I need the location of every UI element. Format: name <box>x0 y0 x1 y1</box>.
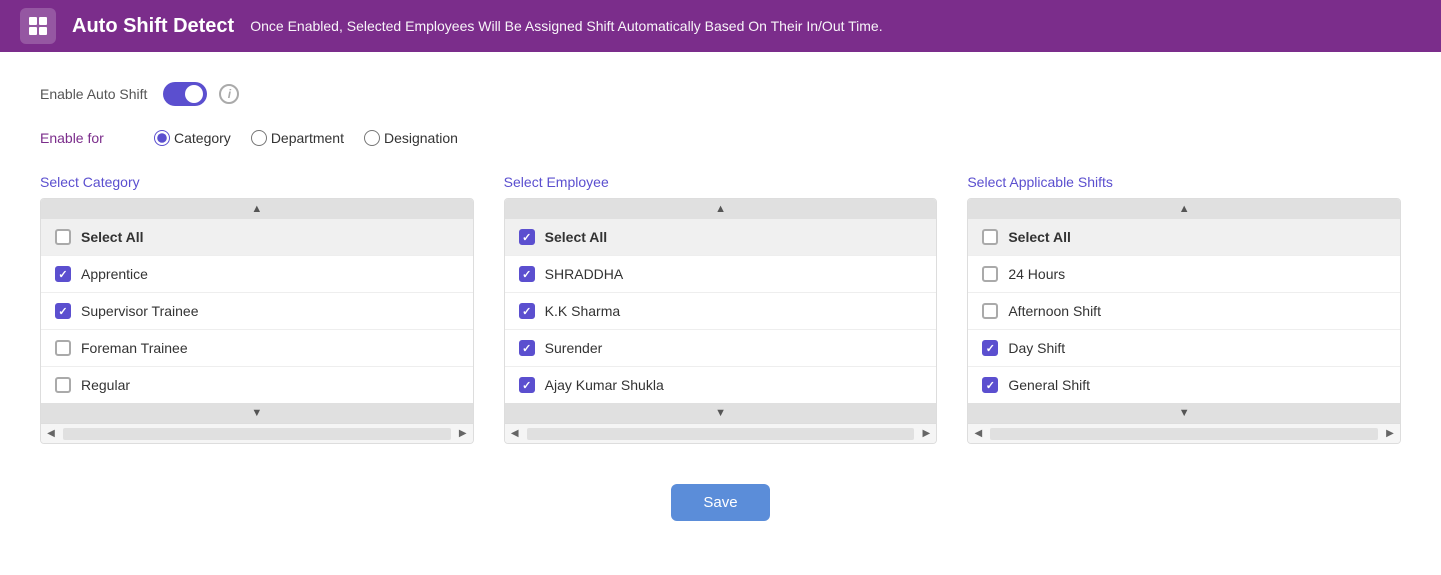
shifts-item-24hours[interactable]: 24 Hours <box>968 256 1400 293</box>
employee-select-all[interactable]: Select All <box>505 219 937 256</box>
shifts-scroll-down[interactable]: ▼ <box>968 403 1400 423</box>
shifts-item-general-checkbox[interactable] <box>982 377 998 393</box>
employee-hscroll: ◀ ▶ <box>505 423 937 443</box>
shifts-list-inner: Select All 24 Hours Afternoon Shift Day … <box>968 219 1400 403</box>
employee-scroll-up[interactable]: ▲ <box>505 199 937 219</box>
category-select-all-checkbox[interactable] <box>55 229 71 245</box>
shifts-item-day-checkbox[interactable] <box>982 340 998 356</box>
employee-scroll-left[interactable]: ◀ <box>505 424 525 444</box>
category-item-supervisor-trainee[interactable]: Supervisor Trainee <box>41 293 473 330</box>
employee-item-shraddha[interactable]: SHRADDHA <box>505 256 937 293</box>
save-button[interactable]: Save <box>671 484 769 521</box>
lists-container: Select Category ▲ Select All Apprentice <box>40 174 1401 444</box>
category-scroll-up[interactable]: ▲ <box>41 199 473 219</box>
category-select-all[interactable]: Select All <box>41 219 473 256</box>
category-hscroll: ◀ ▶ <box>41 423 473 443</box>
shifts-select-all-checkbox[interactable] <box>982 229 998 245</box>
employee-scroll-down[interactable]: ▼ <box>505 403 937 423</box>
employee-select-all-checkbox[interactable] <box>519 229 535 245</box>
category-hscroll-track <box>63 428 451 440</box>
enable-for-radio-group: Category Department Designation <box>154 130 458 146</box>
shifts-scroll-right[interactable]: ▶ <box>1380 424 1400 444</box>
category-scroll-left[interactable]: ◀ <box>41 424 61 444</box>
shifts-item-day[interactable]: Day Shift <box>968 330 1400 367</box>
shifts-list-wrapper: ▲ Select All 24 Hours Afternoon Shift <box>967 198 1401 444</box>
shifts-item-afternoon-checkbox[interactable] <box>982 303 998 319</box>
category-item-regular[interactable]: Regular <box>41 367 473 403</box>
main-content: Enable Auto Shift i Enable for Category … <box>0 52 1441 575</box>
header-description: Once Enabled, Selected Employees Will Be… <box>250 18 882 34</box>
employee-list-wrapper: ▲ Select All SHRADDHA K.K Sharma <box>504 198 938 444</box>
category-item-supervisor-trainee-checkbox[interactable] <box>55 303 71 319</box>
employee-item-surender[interactable]: Surender <box>505 330 937 367</box>
shifts-hscroll-track <box>990 428 1378 440</box>
category-list-title: Select Category <box>40 174 474 190</box>
employee-list-section: Select Employee ▲ Select All SHRADDHA <box>504 174 938 444</box>
employee-item-surender-checkbox[interactable] <box>519 340 535 356</box>
employee-item-ajay-checkbox[interactable] <box>519 377 535 393</box>
category-list-wrapper: ▲ Select All Apprentice Supervisor Trai <box>40 198 474 444</box>
radio-department[interactable]: Department <box>251 130 344 146</box>
employee-list-inner: Select All SHRADDHA K.K Sharma Surender <box>505 219 937 403</box>
shifts-list-title: Select Applicable Shifts <box>967 174 1401 190</box>
app-icon <box>20 8 56 44</box>
shifts-scroll-left[interactable]: ◀ <box>968 424 988 444</box>
employee-hscroll-track <box>527 428 915 440</box>
info-icon[interactable]: i <box>219 84 239 104</box>
shifts-select-all[interactable]: Select All <box>968 219 1400 256</box>
enable-for-label: Enable for <box>40 130 130 146</box>
auto-shift-toggle[interactable] <box>163 82 207 106</box>
category-item-foreman-trainee-checkbox[interactable] <box>55 340 71 356</box>
employee-item-kk-sharma-checkbox[interactable] <box>519 303 535 319</box>
category-item-foreman-trainee[interactable]: Foreman Trainee <box>41 330 473 367</box>
radio-category[interactable]: Category <box>154 130 231 146</box>
category-scroll-right[interactable]: ▶ <box>453 424 473 444</box>
shifts-list-section: Select Applicable Shifts ▲ Select All 24… <box>967 174 1401 444</box>
employee-item-ajay[interactable]: Ajay Kumar Shukla <box>505 367 937 403</box>
shifts-hscroll: ◀ ▶ <box>968 423 1400 443</box>
category-item-apprentice-checkbox[interactable] <box>55 266 71 282</box>
enable-auto-shift-row: Enable Auto Shift i <box>40 82 1401 106</box>
enable-auto-shift-label: Enable Auto Shift <box>40 86 147 102</box>
shifts-item-general[interactable]: General Shift <box>968 367 1400 403</box>
category-list-inner: Select All Apprentice Supervisor Trainee… <box>41 219 473 403</box>
shifts-item-afternoon[interactable]: Afternoon Shift <box>968 293 1400 330</box>
employee-item-shraddha-checkbox[interactable] <box>519 266 535 282</box>
category-item-apprentice[interactable]: Apprentice <box>41 256 473 293</box>
shifts-item-24hours-checkbox[interactable] <box>982 266 998 282</box>
save-row: Save <box>40 484 1401 521</box>
employee-scroll-right[interactable]: ▶ <box>916 424 936 444</box>
employee-item-kk-sharma[interactable]: K.K Sharma <box>505 293 937 330</box>
radio-designation[interactable]: Designation <box>364 130 458 146</box>
category-scroll-down[interactable]: ▼ <box>41 403 473 423</box>
shifts-scroll-up[interactable]: ▲ <box>968 199 1400 219</box>
category-list-section: Select Category ▲ Select All Apprentice <box>40 174 474 444</box>
enable-for-row: Enable for Category Department Designati… <box>40 130 1401 146</box>
app-header: Auto Shift Detect Once Enabled, Selected… <box>0 0 1441 52</box>
category-item-regular-checkbox[interactable] <box>55 377 71 393</box>
employee-list-title: Select Employee <box>504 174 938 190</box>
page-title: Auto Shift Detect <box>72 15 234 38</box>
